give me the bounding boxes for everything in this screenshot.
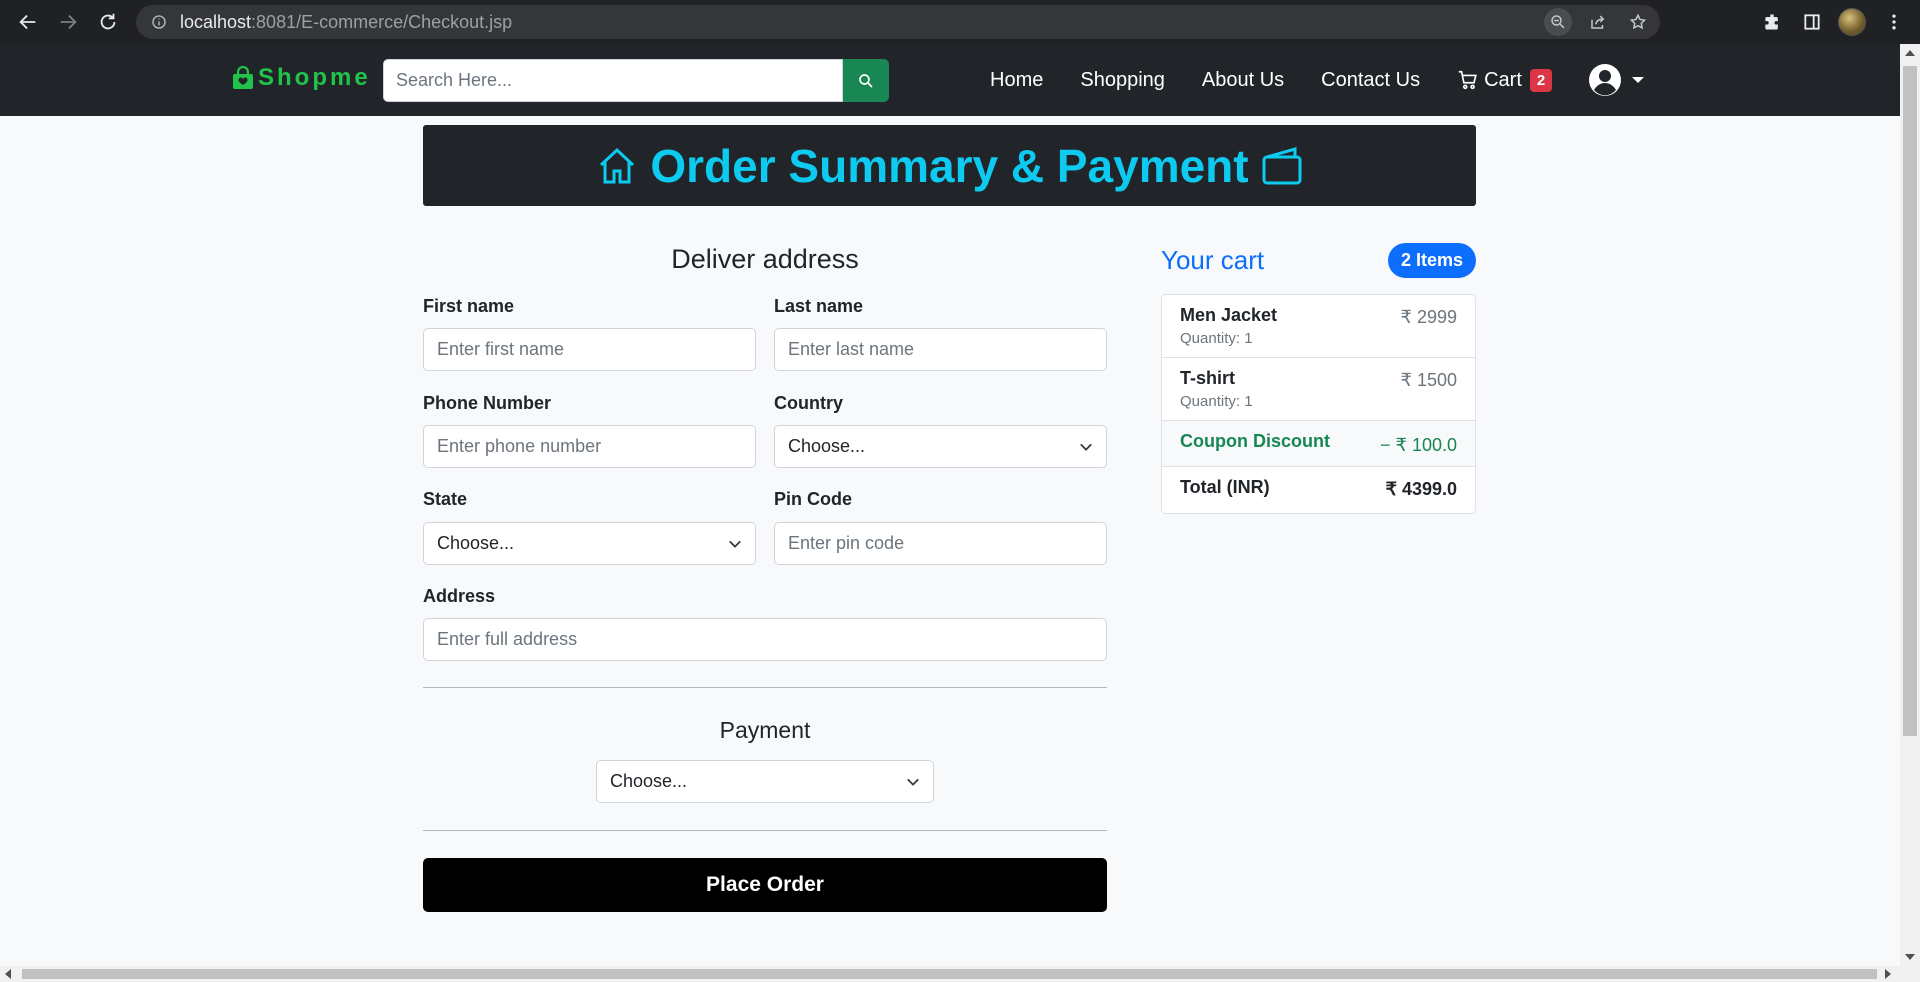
bookmark-star-icon[interactable] bbox=[1624, 8, 1652, 36]
scroll-down-arrow-icon[interactable] bbox=[1905, 954, 1915, 960]
item-price: ₹ 2999 bbox=[1400, 307, 1458, 327]
address-label: Address bbox=[423, 586, 496, 606]
cart-header: Your cart 2 Items bbox=[1161, 242, 1476, 278]
search-icon bbox=[859, 73, 873, 88]
chevron-down-icon bbox=[1632, 77, 1645, 83]
scrollbar-thumb[interactable] bbox=[22, 969, 1877, 979]
site-navbar: Shopme Home Shopping About Us Contact Us… bbox=[0, 44, 1900, 116]
country-select-value: Choose... bbox=[788, 436, 866, 456]
chevron-down-icon bbox=[907, 778, 919, 786]
item-quantity: Quantity: 1 bbox=[1180, 393, 1253, 410]
coupon-discount-row: Coupon Discount − ₹ 100.0 bbox=[1162, 421, 1475, 467]
state-select[interactable]: Choose... bbox=[423, 522, 756, 565]
state-select-value: Choose... bbox=[437, 533, 515, 553]
item-quantity: Quantity: 1 bbox=[1180, 330, 1253, 347]
address-bar[interactable]: localhost:8081/E-commerce/Checkout.jsp bbox=[136, 5, 1660, 39]
place-order-button[interactable]: Place Order bbox=[423, 858, 1107, 912]
country-label: Country bbox=[774, 393, 843, 413]
payment-select-value: Choose... bbox=[610, 771, 688, 791]
scroll-left-arrow-icon[interactable] bbox=[5, 969, 11, 979]
payment-heading: Payment bbox=[719, 717, 811, 743]
page-title-banner: Order Summary & Payment bbox=[423, 125, 1476, 206]
user-avatar-icon bbox=[1589, 64, 1622, 96]
nav-cart-link[interactable]: Cart 2 bbox=[1457, 68, 1553, 92]
user-menu-toggle[interactable] bbox=[1588, 63, 1645, 97]
search-form bbox=[383, 59, 889, 102]
brand-logo[interactable]: Shopme bbox=[232, 64, 371, 92]
nav-link-contact-us[interactable]: Contact Us bbox=[1321, 69, 1420, 92]
info-icon[interactable] bbox=[142, 5, 176, 39]
pin-code-input[interactable] bbox=[774, 522, 1107, 565]
pin-code-label: Pin Code bbox=[774, 489, 853, 509]
last-name-label: Last name bbox=[774, 296, 864, 316]
divider bbox=[423, 830, 1107, 831]
cart-count-badge: 2 bbox=[1529, 68, 1553, 92]
phone-number-label: Phone Number bbox=[423, 393, 552, 413]
search-input[interactable] bbox=[383, 59, 843, 102]
back-icon[interactable] bbox=[8, 0, 48, 44]
country-select[interactable]: Choose... bbox=[774, 425, 1107, 468]
list-item: Men Jacket Quantity: 1 ₹ 2999 bbox=[1162, 295, 1475, 358]
forward-icon[interactable] bbox=[48, 0, 88, 44]
scroll-right-arrow-icon[interactable] bbox=[1885, 969, 1891, 979]
phone-number-input[interactable] bbox=[423, 425, 756, 468]
address-input[interactable] bbox=[423, 618, 1107, 661]
side-panel-icon[interactable] bbox=[1794, 0, 1830, 44]
search-button[interactable] bbox=[843, 59, 889, 102]
horizontal-scrollbar[interactable] bbox=[0, 966, 1920, 982]
house-icon bbox=[600, 147, 635, 183]
nav-link-shopping[interactable]: Shopping bbox=[1080, 69, 1165, 92]
vertical-scrollbar[interactable] bbox=[1900, 44, 1920, 966]
brand-name: Shopme bbox=[258, 64, 371, 91]
cart-list: Men Jacket Quantity: 1 ₹ 2999 T-shirt Qu… bbox=[1161, 294, 1476, 514]
list-item: T-shirt Quantity: 1 ₹ 1500 bbox=[1162, 358, 1475, 421]
page-title: Order Summary & Payment bbox=[650, 139, 1249, 192]
wallet-icon bbox=[1262, 146, 1302, 184]
payment-method-select[interactable]: Choose... bbox=[596, 760, 934, 803]
share-icon[interactable] bbox=[1584, 8, 1612, 36]
url-text: localhost:8081/E-commerce/Checkout.jsp bbox=[180, 11, 513, 32]
menu-kebab-icon[interactable] bbox=[1876, 0, 1912, 44]
zoom-icon[interactable] bbox=[1544, 8, 1572, 36]
profile-avatar[interactable] bbox=[1834, 0, 1870, 44]
delivery-address-heading: Deliver address bbox=[671, 244, 859, 274]
total-value: ₹ 4399.0 bbox=[1385, 479, 1457, 499]
cart-title: Your cart bbox=[1161, 244, 1265, 275]
total-row: Total (INR) ₹ 4399.0 bbox=[1162, 467, 1475, 513]
item-price: ₹ 1500 bbox=[1400, 370, 1458, 390]
state-label: State bbox=[423, 489, 468, 509]
scrollbar-thumb[interactable] bbox=[1903, 66, 1917, 736]
extensions-icon[interactable] bbox=[1754, 0, 1790, 44]
reload-icon[interactable] bbox=[88, 0, 128, 44]
shopping-bag-icon bbox=[233, 66, 253, 89]
last-name-input[interactable] bbox=[774, 328, 1107, 371]
scroll-up-arrow-icon[interactable] bbox=[1905, 50, 1915, 56]
nav-link-home[interactable]: Home bbox=[990, 69, 1043, 92]
first-name-input[interactable] bbox=[423, 328, 756, 371]
coupon-value: − ₹ 100.0 bbox=[1379, 435, 1457, 455]
chevron-down-icon bbox=[729, 540, 741, 548]
divider bbox=[423, 687, 1107, 688]
cart-icon bbox=[1458, 70, 1477, 90]
chevron-down-icon bbox=[1080, 443, 1092, 451]
cart-items-badge: 2 Items bbox=[1387, 242, 1476, 278]
browser-toolbar: localhost:8081/E-commerce/Checkout.jsp bbox=[0, 0, 1920, 44]
cart-label: Cart bbox=[1484, 68, 1522, 91]
nav-link-about-us[interactable]: About Us bbox=[1202, 69, 1284, 92]
first-name-label: First name bbox=[423, 296, 515, 316]
